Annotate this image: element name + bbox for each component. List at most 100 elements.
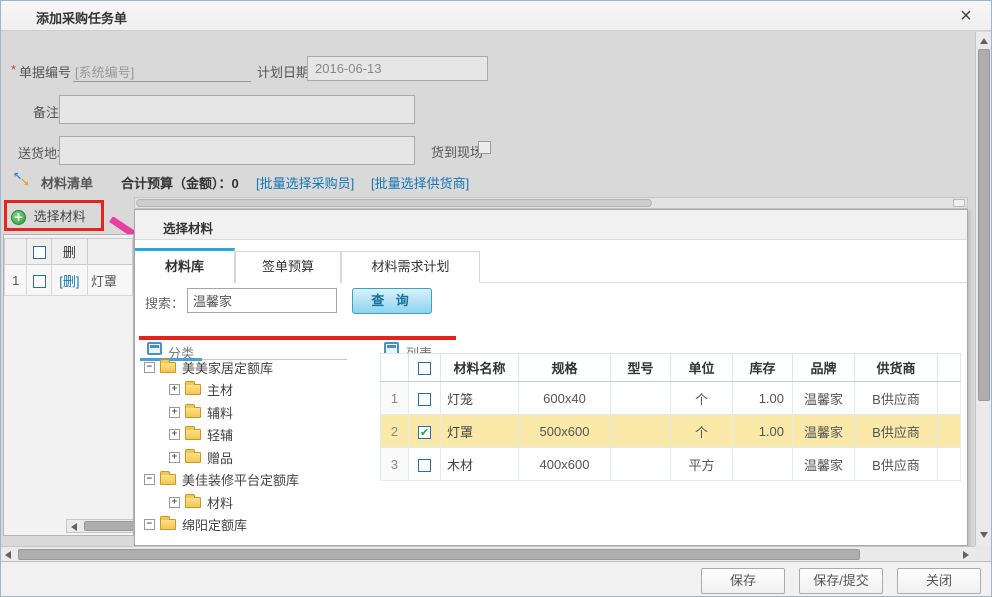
grid-hscroll-thumb[interactable]: [84, 521, 134, 531]
collapse-icon[interactable]: −: [144, 362, 155, 373]
close-icon[interactable]: ×: [953, 3, 979, 29]
tree-item[interactable]: +主材: [140, 379, 365, 402]
scroll-left-icon[interactable]: [5, 551, 11, 559]
scroll-up-icon[interactable]: [980, 38, 988, 44]
search-label: 搜索：: [145, 293, 184, 312]
expand-icon[interactable]: +: [169, 452, 180, 463]
folder-icon: [185, 407, 201, 418]
tab-material-demand-plan[interactable]: 材料需求计划: [341, 251, 480, 283]
row-checkbox[interactable]: [418, 393, 431, 406]
grid-row[interactable]: 1 [删] 灯罩: [5, 265, 133, 296]
expand-icon[interactable]: +: [169, 497, 180, 508]
dialog-top-scrollbar[interactable]: [134, 197, 968, 209]
batch-select-buyer-link[interactable]: [批量选择采购员]: [256, 173, 354, 192]
folder-icon: [185, 452, 201, 463]
table-row[interactable]: 1 灯笼 600x40 个 1.00 温馨家 B供应商: [381, 382, 961, 415]
select-material-dialog: 选择材料 材料库 签单预算 材料需求计划 搜索： 查 询 分类 列表: [134, 197, 968, 546]
del-column-header: 删: [51, 239, 87, 265]
row-material-name: 灯罩: [87, 265, 132, 296]
folder-icon: [160, 519, 176, 530]
scroll-down-icon[interactable]: [980, 532, 988, 538]
row-checkbox[interactable]: [418, 459, 431, 472]
scroll-right-icon[interactable]: [963, 551, 969, 559]
collapse-icon[interactable]: −: [144, 474, 155, 485]
annotation-red-underline: [139, 336, 456, 340]
select-all-checkbox[interactable]: [33, 246, 46, 259]
select-all-checkbox[interactable]: [418, 362, 431, 375]
search-input[interactable]: [187, 288, 337, 313]
delivery-address-field[interactable]: [59, 136, 415, 165]
order-no-label: 单据编号: [19, 62, 71, 81]
expand-icon[interactable]: +: [169, 429, 180, 440]
save-button[interactable]: 保存: [701, 568, 785, 594]
dialog-body: 选择材料 材料库 签单预算 材料需求计划 搜索： 查 询 分类 列表: [134, 209, 968, 546]
folder-icon: [160, 474, 176, 485]
category-tree: −美美家居定额库 +主材 +辅料 +轻辅 +赠品 −美佳装修平台定额库 +材料 …: [140, 356, 365, 536]
plan-date-label: 计划日期: [257, 62, 309, 81]
window-vscroll-thumb[interactable]: [978, 49, 990, 401]
footer-bar: 保存 保存/提交 关闭: [1, 561, 991, 597]
material-table: 材料名称 规格 型号 单位 库存 品牌 供货商 1 灯笼 600x40 个 1: [380, 353, 961, 481]
row-checkbox[interactable]: [33, 275, 46, 288]
tree-item[interactable]: +辅料: [140, 401, 365, 424]
expand-icon[interactable]: +: [169, 407, 180, 418]
batch-select-supplier-link[interactable]: [批量选择供货商]: [371, 173, 469, 192]
col-unit: 单位: [671, 354, 733, 382]
folder-icon: [160, 362, 176, 373]
window-titlebar: 添加采购任务单 ×: [1, 1, 991, 31]
tree-item[interactable]: +材料: [140, 491, 365, 514]
required-asterisk: *: [11, 62, 16, 77]
col-brand: 品牌: [793, 354, 855, 382]
window-hscrollbar[interactable]: [1, 546, 975, 561]
save-submit-button[interactable]: 保存/提交: [799, 568, 883, 594]
close-button[interactable]: 关闭: [897, 568, 981, 594]
row-number: 1: [5, 265, 27, 296]
remark-label: 备注: [33, 102, 59, 121]
add-purchase-task-window: 添加采购任务单 × * 单据编号 [系统编号] 计划日期 2016-06-13 …: [0, 0, 992, 597]
expand-icon[interactable]: +: [169, 384, 180, 395]
window-hscroll-thumb[interactable]: [18, 549, 860, 560]
folder-icon: [185, 384, 201, 395]
tree-item[interactable]: −美美家居定额库: [140, 356, 365, 379]
window-title: 添加采购任务单: [36, 8, 127, 27]
order-no-value[interactable]: [系统编号]: [75, 62, 134, 81]
scroll-left-icon[interactable]: [71, 523, 77, 531]
dialog-header: 选择材料: [135, 210, 967, 240]
order-no-underline: [73, 81, 251, 82]
window-vscrollbar[interactable]: [975, 32, 992, 546]
arrive-site-checkbox[interactable]: [478, 141, 491, 154]
total-budget-text: 合计预算（金额）：0: [121, 173, 239, 192]
arrive-site-label: 货到现场: [431, 142, 483, 161]
category-monitor-icon: [147, 342, 162, 355]
row-checkbox-checked[interactable]: [418, 426, 431, 439]
col-stock: 库存: [733, 354, 793, 382]
dialog-top-scroll-thumb[interactable]: [136, 199, 652, 207]
col-name: 材料名称: [441, 354, 519, 382]
col-model: 型号: [611, 354, 671, 382]
table-row-selected[interactable]: 2 灯罩 500x600 个 1.00 温馨家 B供应商: [381, 415, 961, 448]
tab-contract-budget[interactable]: 签单预算: [235, 251, 341, 283]
table-row[interactable]: 3 木材 400x600 平方 温馨家 B供应商: [381, 448, 961, 481]
collapse-icon[interactable]: −: [144, 519, 155, 530]
tree-item[interactable]: −绵阳定额库: [140, 514, 365, 537]
resize-arrows-icon: ↘: [20, 176, 29, 189]
plan-date-field[interactable]: 2016-06-13: [307, 56, 488, 81]
folder-icon: [185, 429, 201, 440]
delete-link[interactable]: [删]: [59, 274, 79, 289]
col-supplier: 供货商: [855, 354, 938, 382]
tree-item[interactable]: +轻辅: [140, 424, 365, 447]
dialog-title: 选择材料: [163, 218, 213, 237]
tree-item[interactable]: +赠品: [140, 446, 365, 469]
material-list-label: 材料清单: [41, 173, 93, 192]
remark-field[interactable]: [59, 95, 415, 124]
annotation-red-box: [4, 200, 104, 231]
folder-icon: [185, 497, 201, 508]
query-button[interactable]: 查 询: [352, 288, 432, 314]
grid-header-row: 删: [5, 239, 133, 265]
grid-hscrollbar[interactable]: [66, 519, 134, 533]
material-list-grid: 删 1 [删] 灯罩: [3, 234, 134, 536]
tab-material-library[interactable]: 材料库: [135, 248, 235, 283]
col-spec: 规格: [519, 354, 611, 382]
dialog-top-scroll-button[interactable]: [953, 199, 965, 207]
tree-item[interactable]: −美佳装修平台定额库: [140, 469, 365, 492]
